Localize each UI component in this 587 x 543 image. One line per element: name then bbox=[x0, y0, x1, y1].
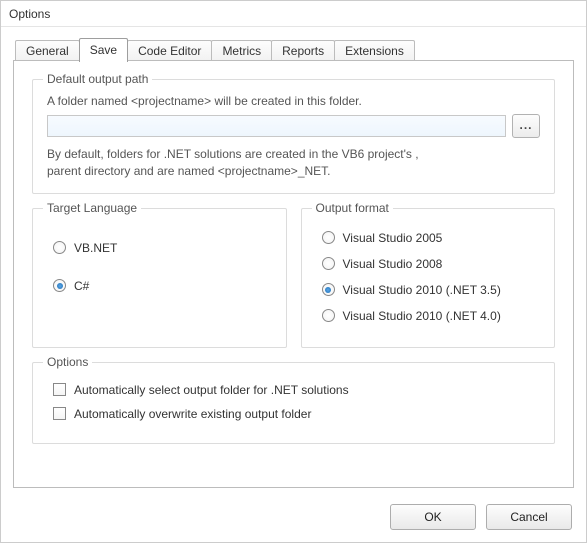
group-options: Options Automatically select output fold… bbox=[32, 362, 555, 444]
output-path-hint: By default, folders for .NET solutions a… bbox=[47, 146, 540, 181]
check-auto-select-output[interactable]: Automatically select output folder for .… bbox=[53, 383, 540, 397]
radio-icon bbox=[53, 241, 66, 254]
radio-vs2005[interactable]: Visual Studio 2005 bbox=[322, 231, 541, 245]
tab-code-editor[interactable]: Code Editor bbox=[127, 40, 212, 62]
radio-vs2008[interactable]: Visual Studio 2008 bbox=[322, 257, 541, 271]
check-auto-overwrite[interactable]: Automatically overwrite existing output … bbox=[53, 407, 540, 421]
radio-icon bbox=[322, 309, 335, 322]
hint-line-2: parent directory and are named <projectn… bbox=[47, 163, 540, 180]
radio-label: VB.NET bbox=[74, 241, 117, 255]
group-default-output-path: Default output path A folder named <proj… bbox=[32, 79, 555, 194]
radio-label: Visual Studio 2010 (.NET 4.0) bbox=[343, 309, 501, 323]
group-legend: Target Language bbox=[43, 201, 141, 215]
tab-general[interactable]: General bbox=[15, 40, 80, 62]
hint-line-1: By default, folders for .NET solutions a… bbox=[47, 146, 540, 163]
radio-vbnet[interactable]: VB.NET bbox=[53, 241, 272, 255]
group-legend: Default output path bbox=[43, 72, 152, 86]
checkbox-label: Automatically select output folder for .… bbox=[74, 383, 349, 397]
radio-icon bbox=[322, 257, 335, 270]
cancel-button[interactable]: Cancel bbox=[486, 504, 572, 530]
dialog-buttons: OK Cancel bbox=[390, 504, 572, 530]
radio-label: Visual Studio 2010 (.NET 3.5) bbox=[343, 283, 501, 297]
radio-label: Visual Studio 2005 bbox=[343, 231, 443, 245]
radio-icon bbox=[322, 283, 335, 296]
output-path-row: ... bbox=[47, 114, 540, 138]
options-dialog: Options General Save Code Editor Metrics… bbox=[0, 0, 587, 543]
radio-label: Visual Studio 2008 bbox=[343, 257, 443, 271]
radio-icon bbox=[53, 279, 66, 292]
output-path-input[interactable] bbox=[47, 115, 506, 137]
radio-icon bbox=[322, 231, 335, 244]
group-legend: Options bbox=[43, 355, 92, 369]
tab-extensions[interactable]: Extensions bbox=[334, 40, 415, 62]
checkbox-icon bbox=[53, 407, 66, 420]
tab-save[interactable]: Save bbox=[79, 38, 128, 62]
tabstrip: General Save Code Editor Metrics Reports… bbox=[15, 37, 574, 61]
radio-label: C# bbox=[74, 279, 89, 293]
radio-csharp[interactable]: C# bbox=[53, 279, 272, 293]
tab-page-save: Default output path A folder named <proj… bbox=[13, 60, 574, 488]
window-title: Options bbox=[1, 1, 586, 27]
radio-vs2010-net35[interactable]: Visual Studio 2010 (.NET 3.5) bbox=[322, 283, 541, 297]
tab-metrics[interactable]: Metrics bbox=[211, 40, 272, 62]
browse-button[interactable]: ... bbox=[512, 114, 540, 138]
radio-vs2010-net40[interactable]: Visual Studio 2010 (.NET 4.0) bbox=[322, 309, 541, 323]
two-column-row: Target Language VB.NET C# Output format bbox=[32, 208, 555, 362]
checkbox-label: Automatically overwrite existing output … bbox=[74, 407, 311, 421]
ok-button[interactable]: OK bbox=[390, 504, 476, 530]
output-path-desc: A folder named <projectname> will be cre… bbox=[47, 94, 540, 108]
group-output-format: Output format Visual Studio 2005 Visual … bbox=[301, 208, 556, 348]
client-area: General Save Code Editor Metrics Reports… bbox=[1, 27, 586, 542]
checkbox-icon bbox=[53, 383, 66, 396]
tab-reports[interactable]: Reports bbox=[271, 40, 335, 62]
group-target-language: Target Language VB.NET C# bbox=[32, 208, 287, 348]
group-legend: Output format bbox=[312, 201, 393, 215]
